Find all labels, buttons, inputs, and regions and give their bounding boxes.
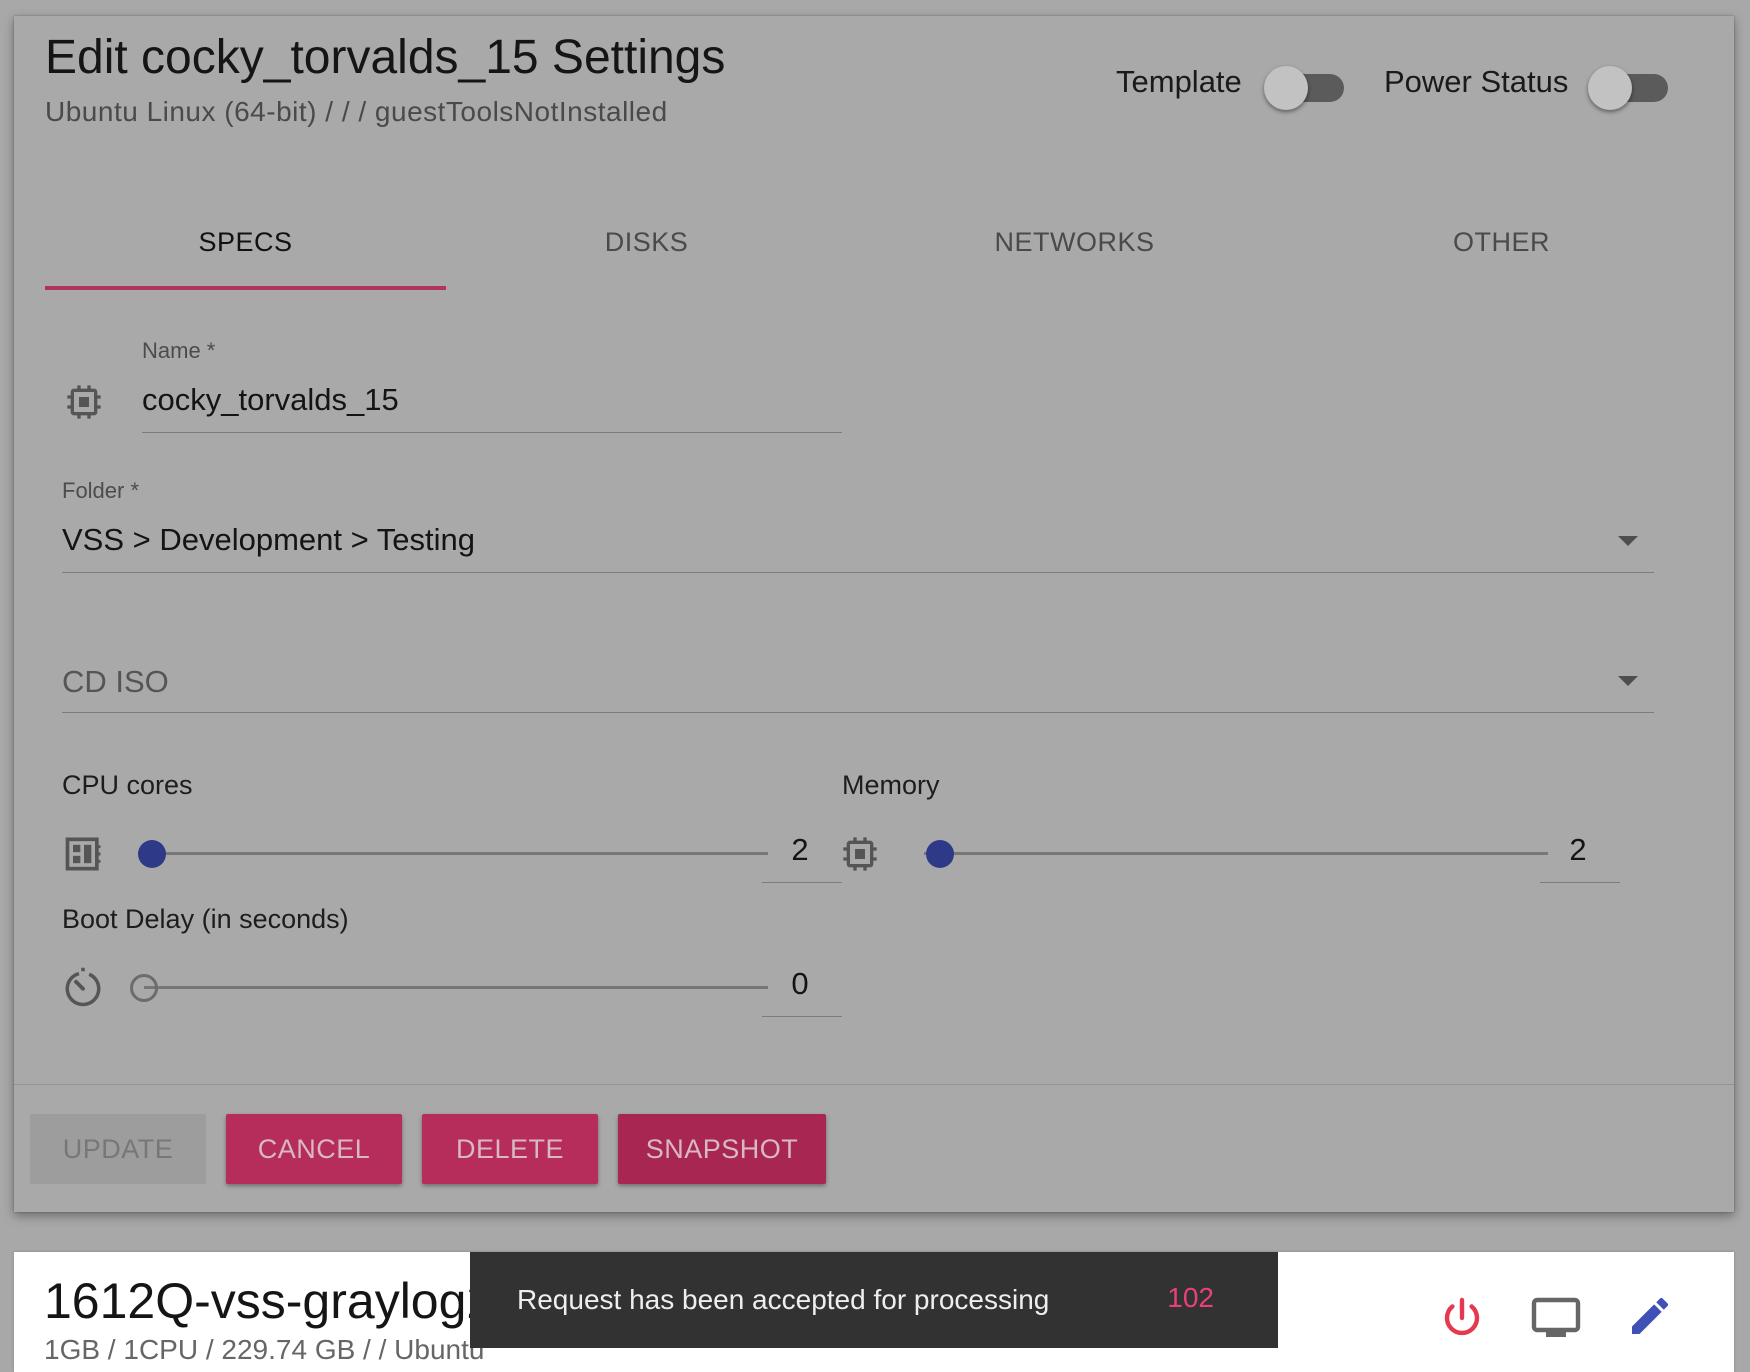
cpu-input-underline xyxy=(762,882,842,883)
folder-label: Folder * xyxy=(62,478,140,503)
name-underline xyxy=(142,432,842,433)
template-toggle-label: Template xyxy=(1116,64,1242,99)
power-status-toggle-label: Power Status xyxy=(1384,64,1569,99)
cpu-cores-label: CPU cores xyxy=(62,770,193,800)
memory-input-underline xyxy=(1540,882,1620,883)
memory-input[interactable]: 2 xyxy=(1538,832,1618,868)
memory-icon xyxy=(843,837,877,871)
power-icon[interactable] xyxy=(1438,1294,1486,1342)
tab-other[interactable]: OTHER xyxy=(1301,206,1702,278)
boot-delay-input-underline xyxy=(762,1016,842,1017)
tab-networks[interactable]: NETWORKS xyxy=(874,206,1275,278)
cpu-cores-slider-thumb[interactable] xyxy=(138,840,166,868)
boot-delay-label: Boot Delay (in seconds) xyxy=(62,904,349,934)
update-button[interactable]: UPDATE xyxy=(30,1114,206,1184)
edit-settings-dialog: Edit cocky_torvalds_15 Settings Ubuntu L… xyxy=(14,16,1734,1212)
name-input[interactable]: cocky_torvalds_15 xyxy=(142,382,399,418)
template-switch-thumb xyxy=(1264,66,1308,110)
cd-iso-select[interactable]: CD ISO xyxy=(62,664,169,700)
cpu-cores-icon xyxy=(65,837,101,871)
vm-card-title: 1612Q-vss-graylog2 xyxy=(44,1273,495,1329)
console-icon[interactable] xyxy=(1530,1294,1582,1342)
cancel-button[interactable]: CANCEL xyxy=(226,1114,402,1184)
boot-delay-input[interactable]: 0 xyxy=(760,966,840,1002)
boot-delay-slider-thumb[interactable] xyxy=(130,974,158,1002)
chip-icon xyxy=(67,385,101,419)
template-switch[interactable] xyxy=(1264,66,1344,110)
edit-icon[interactable] xyxy=(1626,1292,1674,1340)
dialog-title: Edit cocky_torvalds_15 Settings xyxy=(45,31,726,84)
cpu-cores-slider-track[interactable] xyxy=(152,852,768,855)
power-status-switch[interactable] xyxy=(1588,66,1668,110)
timer-icon xyxy=(65,967,101,1007)
name-label: Name * xyxy=(142,338,216,363)
memory-label: Memory xyxy=(842,770,940,800)
snackbar-code[interactable]: 102 xyxy=(1167,1282,1214,1314)
tab-specs[interactable]: SPECS xyxy=(45,206,446,278)
vm-card-subtitle: 1GB / 1CPU / 229.74 GB / / Ubuntu xyxy=(44,1334,485,1365)
delete-button[interactable]: DELETE xyxy=(422,1114,598,1184)
snapshot-button[interactable]: SNAPSHOT xyxy=(618,1114,826,1184)
tab-disks[interactable]: DISKS xyxy=(446,206,847,278)
memory-slider-track[interactable] xyxy=(924,852,1548,855)
memory-slider-thumb[interactable] xyxy=(926,840,954,868)
folder-select[interactable]: VSS > Development > Testing xyxy=(62,522,475,558)
boot-delay-slider-track[interactable] xyxy=(144,986,768,989)
cd-iso-underline xyxy=(62,712,1654,713)
dialog-footer-divider xyxy=(14,1084,1734,1085)
folder-dropdown-caret-icon[interactable] xyxy=(1618,536,1638,546)
tab-indicator xyxy=(45,286,446,290)
cd-iso-dropdown-caret-icon[interactable] xyxy=(1618,676,1638,686)
dialog-subtitle: Ubuntu Linux (64-bit) / / / guestToolsNo… xyxy=(45,96,668,127)
snackbar-message: Request has been accepted for processing xyxy=(517,1284,1050,1315)
snackbar: Request has been accepted for processing… xyxy=(470,1252,1278,1348)
folder-underline xyxy=(62,572,1654,573)
power-switch-thumb xyxy=(1588,66,1632,110)
cpu-cores-input[interactable]: 2 xyxy=(760,832,840,868)
